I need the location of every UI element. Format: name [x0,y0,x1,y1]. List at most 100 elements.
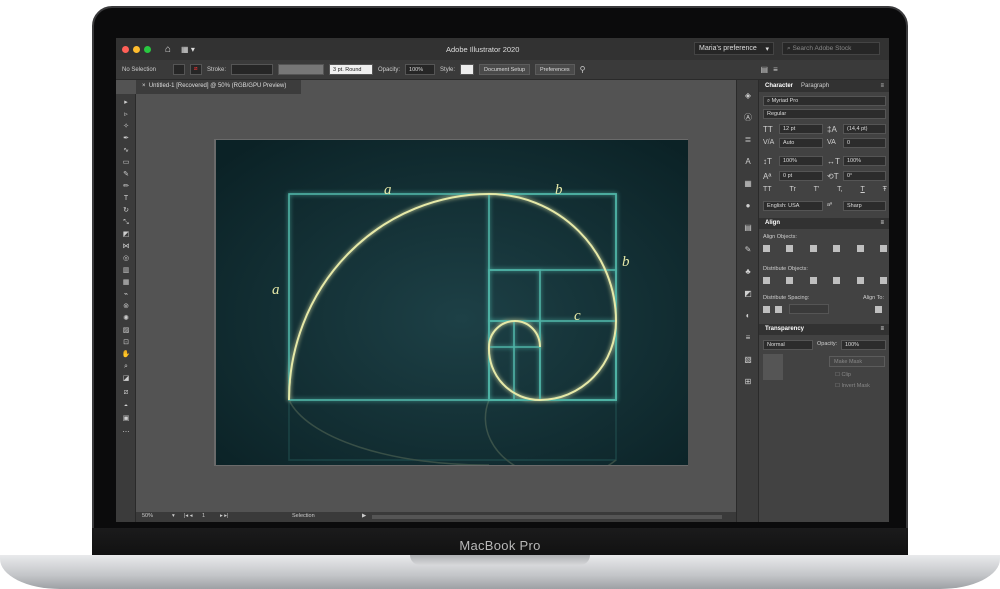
distribute-right-icon[interactable] [879,277,887,284]
rotate-tool-icon[interactable]: ↻ [121,206,131,215]
workspace-switcher-icon[interactable]: ▦ ▾ [181,45,195,54]
shape-builder-tool-icon[interactable]: ◎ [121,254,131,263]
graphic-styles-icon[interactable]: ◩ [742,288,754,300]
gradient-panel-icon[interactable]: ▧ [742,354,754,366]
clip-checkbox[interactable]: ☐ Clip [835,372,851,378]
selection-tool-icon[interactable]: ▸ [121,98,131,107]
horizontal-scale-field[interactable]: 100% [843,156,886,166]
hand-tool-icon[interactable]: ✋ [121,350,131,359]
subscript-button[interactable]: T, [837,186,842,193]
more-tools-icon[interactable]: ⋯ [121,428,131,437]
align-right-icon[interactable] [809,245,817,252]
tab-paragraph[interactable]: Paragraph [801,83,829,89]
play-icon[interactable]: ▶ [362,513,366,519]
blend-mode-dropdown[interactable]: Normal [763,340,813,350]
curvature-tool-icon[interactable]: ∿ [121,146,131,155]
align-vertical-center-icon[interactable] [856,245,864,252]
swatches-icon[interactable]: ▦ [742,178,754,190]
rectangle-tool-icon[interactable]: ▭ [121,158,131,167]
panel-menu-icon[interactable]: ≡ [773,65,778,74]
artboard-number[interactable]: 1 [202,513,205,519]
invert-mask-checkbox[interactable]: ☐ Invert Mask [835,383,870,389]
variable-width-profile[interactable] [278,64,325,75]
chevron-down-icon[interactable]: ▾ [172,513,175,519]
glyphs-icon[interactable]: Ⓐ [742,112,754,124]
align-bottom-icon[interactable] [879,245,887,252]
stroke-swatch[interactable]: ⧄ [190,64,202,75]
type-tool-icon[interactable]: T [121,194,131,203]
artboard-tool-icon[interactable]: ⊡ [121,338,131,347]
eyedropper-tool-icon[interactable]: ⌁ [121,290,131,299]
pen-tool-icon[interactable]: ✒ [121,134,131,143]
close-tab-icon[interactable]: × [142,83,149,89]
drawing-mode-icon[interactable]: ◓ [121,402,131,411]
paragraph-styles-icon[interactable]: ≣ [742,134,754,146]
small-caps-button[interactable]: Tr [789,186,795,193]
stroke-panel-icon[interactable]: ≡ [742,332,754,344]
kerning-field[interactable]: Auto [779,138,823,148]
font-family-field[interactable]: ⌕ Myriad Pro [763,96,886,106]
panel-menu-icon[interactable]: ≡ [880,326,884,332]
graph-tool-icon[interactable]: ▨ [121,326,131,335]
direct-selection-tool-icon[interactable]: ▹ [121,110,131,119]
scale-tool-icon[interactable]: ⤡ [121,218,131,227]
horizontal-distribute-space-icon[interactable] [775,306,782,313]
leading-field[interactable]: (14,4 pt) [843,124,886,134]
magic-wand-tool-icon[interactable]: ✧ [121,122,131,131]
language-dropdown[interactable]: English: USA [763,201,823,211]
fill-swatch[interactable] [173,64,185,75]
align-to-selection-icon[interactable] [875,306,882,313]
distribute-bottom-icon[interactable] [809,277,817,284]
first-artboard-icon[interactable]: |◂ ◂ [184,513,192,519]
gradient-tool-icon[interactable]: ▥ [121,266,131,275]
spacing-field[interactable] [789,304,829,314]
antialias-dropdown[interactable]: Sharp [843,201,886,211]
eraser-tool-icon[interactable]: ◩ [121,230,131,239]
workspace-dropdown[interactable]: Maria's preference ▾ [694,42,774,55]
canvas-area[interactable]: a b a b c [136,94,736,509]
transform-icon[interactable]: ⊞ [742,376,754,388]
close-window-button[interactable] [122,45,129,53]
golden-spiral-artwork[interactable]: a b a b c [216,140,688,465]
home-icon[interactable]: ⌂ [165,44,171,55]
horizontal-scrollbar[interactable] [372,515,722,519]
mesh-tool-icon[interactable]: ▦ [121,278,131,287]
tab-character[interactable]: Character [765,83,793,89]
symbols-icon[interactable]: ♣ [742,266,754,278]
superscript-button[interactable]: T' [814,186,820,193]
paintbrush-tool-icon[interactable]: ✎ [121,170,131,179]
brush-definition-dropdown[interactable]: 3 pt. Round [329,64,374,75]
strikethrough-button[interactable]: Ŧ [883,186,887,193]
libraries-icon[interactable]: ▤ [742,222,754,234]
stock-search-input[interactable]: ⌕ Search Adobe Stock [782,42,880,55]
layers-icon[interactable]: ◈ [742,90,754,102]
zoom-level[interactable]: 50% [142,513,153,519]
character-rotation-field[interactable]: 0° [843,171,886,181]
align-panel-header[interactable]: Align ≡ [759,218,889,229]
blend-tool-icon[interactable]: ⊚ [121,302,131,311]
fill-stroke-icon[interactable]: ◪ [121,374,131,383]
stroke-weight-field[interactable] [231,64,274,75]
transparency-opacity-field[interactable]: 100% [841,340,886,350]
baseline-shift-field[interactable]: 0 pt [779,171,823,181]
width-tool-icon[interactable]: ⋈ [121,242,131,251]
zoom-window-button[interactable] [144,45,151,53]
document-setup-button[interactable]: Document Setup [479,64,531,75]
status-mode[interactable]: Selection [292,513,315,519]
align-top-icon[interactable] [833,245,841,252]
screen-mode-icon[interactable]: ▣ [121,414,131,423]
font-style-field[interactable]: Regular [763,109,886,119]
align-options-icon[interactable]: ▤ [761,65,769,74]
vertical-distribute-space-icon[interactable] [763,306,770,313]
minimize-window-button[interactable] [133,45,140,53]
distribute-horizontal-center-icon[interactable] [856,277,864,284]
appearance-icon[interactable]: ◐ [742,310,754,322]
panel-menu-icon[interactable]: ≡ [880,220,884,226]
puppet-warp-icon[interactable]: ⚲ [580,65,586,74]
color-icon[interactable]: ● [742,200,754,212]
tracking-field[interactable]: 0 [843,138,886,148]
graphic-style-swatch[interactable] [460,64,475,75]
distribute-left-icon[interactable] [833,277,841,284]
underline-button[interactable]: T [861,186,865,193]
preferences-button[interactable]: Preferences [535,64,575,75]
